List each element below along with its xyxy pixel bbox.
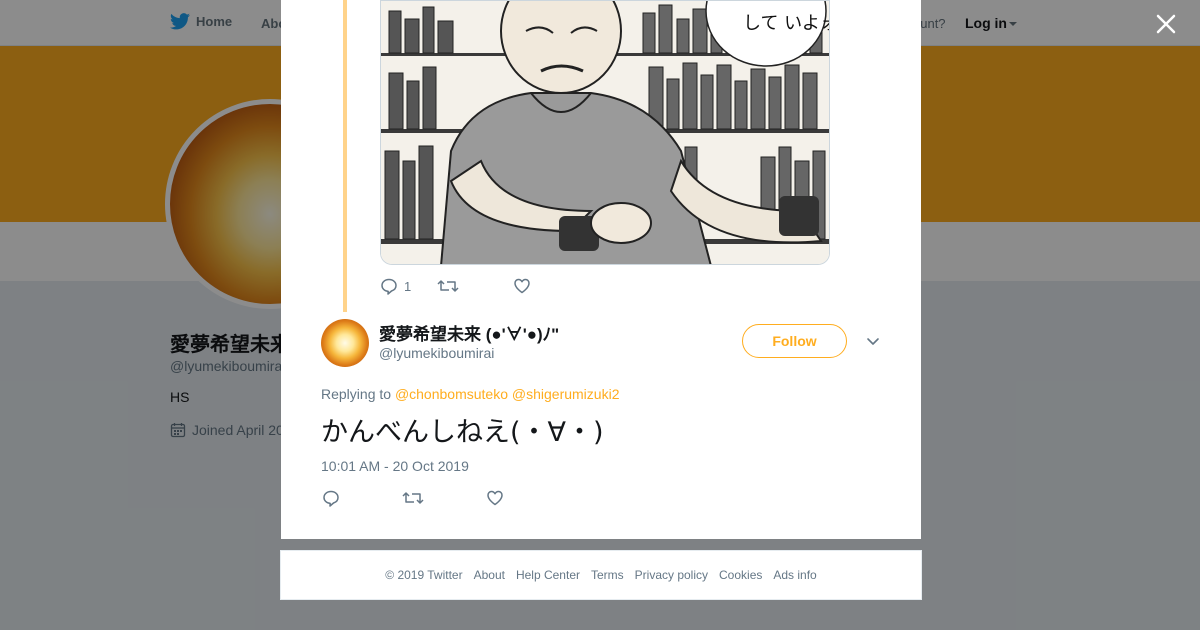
manga-illustration: して いよォ bbox=[381, 1, 830, 264]
footer-link-privacy[interactable]: Privacy policy bbox=[635, 568, 708, 582]
retweet-button[interactable] bbox=[402, 489, 424, 507]
prev-tweet-actions: 1 bbox=[380, 277, 531, 295]
like-icon bbox=[514, 278, 530, 294]
footer-link-about[interactable]: About bbox=[474, 568, 505, 582]
replying-to: Replying to @chonbomsuteko @shigerumizuk… bbox=[321, 386, 619, 402]
footer-link-help[interactable]: Help Center bbox=[516, 568, 580, 582]
like-button[interactable] bbox=[513, 277, 531, 295]
reply-icon bbox=[323, 490, 339, 507]
retweet-button[interactable] bbox=[437, 277, 459, 295]
footer-link-terms[interactable]: Terms bbox=[591, 568, 624, 582]
modal-footer: © 2019 Twitter About Help Center Terms P… bbox=[280, 550, 922, 600]
tweet-image[interactable]: して いよォ bbox=[380, 0, 830, 265]
reply-icon bbox=[381, 278, 397, 295]
like-icon bbox=[487, 490, 503, 506]
reply-button[interactable] bbox=[322, 489, 340, 507]
tweet-modal: して いよォ 1 愛夢希望未来 (●'∀'●)ﾉ" @lyumekiboumir… bbox=[281, 0, 921, 539]
tweet-text: かんべんしねえ(・∀・) bbox=[321, 417, 604, 448]
tweet-author-handle[interactable]: @lyumekiboumirai bbox=[379, 345, 494, 361]
follow-button[interactable]: Follow bbox=[742, 324, 847, 358]
retweet-icon bbox=[437, 280, 459, 292]
mention-link[interactable]: @shigerumizuki2 bbox=[512, 386, 620, 402]
footer-link-ads[interactable]: Ads info bbox=[773, 568, 816, 582]
like-button[interactable] bbox=[486, 489, 504, 507]
footer-link-cookies[interactable]: Cookies bbox=[719, 568, 762, 582]
footer-copyright: © 2019 Twitter bbox=[385, 568, 463, 582]
reply-count: 1 bbox=[404, 278, 412, 294]
reply-button[interactable]: 1 bbox=[380, 277, 411, 295]
tweet-actions bbox=[322, 489, 504, 507]
speech-bubble-text: して いよォ bbox=[743, 13, 830, 34]
replying-prefix: Replying to bbox=[321, 386, 392, 402]
mention-link[interactable]: @chonbomsuteko bbox=[395, 386, 508, 402]
retweet-icon bbox=[402, 492, 424, 504]
tweet-avatar[interactable] bbox=[321, 319, 369, 367]
tweet-timestamp[interactable]: 10:01 AM - 20 Oct 2019 bbox=[321, 458, 469, 474]
thread-line bbox=[343, 0, 347, 312]
chevron-down-icon[interactable] bbox=[866, 334, 880, 348]
close-icon[interactable] bbox=[1152, 10, 1180, 38]
tweet-author-name[interactable]: 愛夢希望未来 (●'∀'●)ﾉ" bbox=[379, 320, 559, 345]
